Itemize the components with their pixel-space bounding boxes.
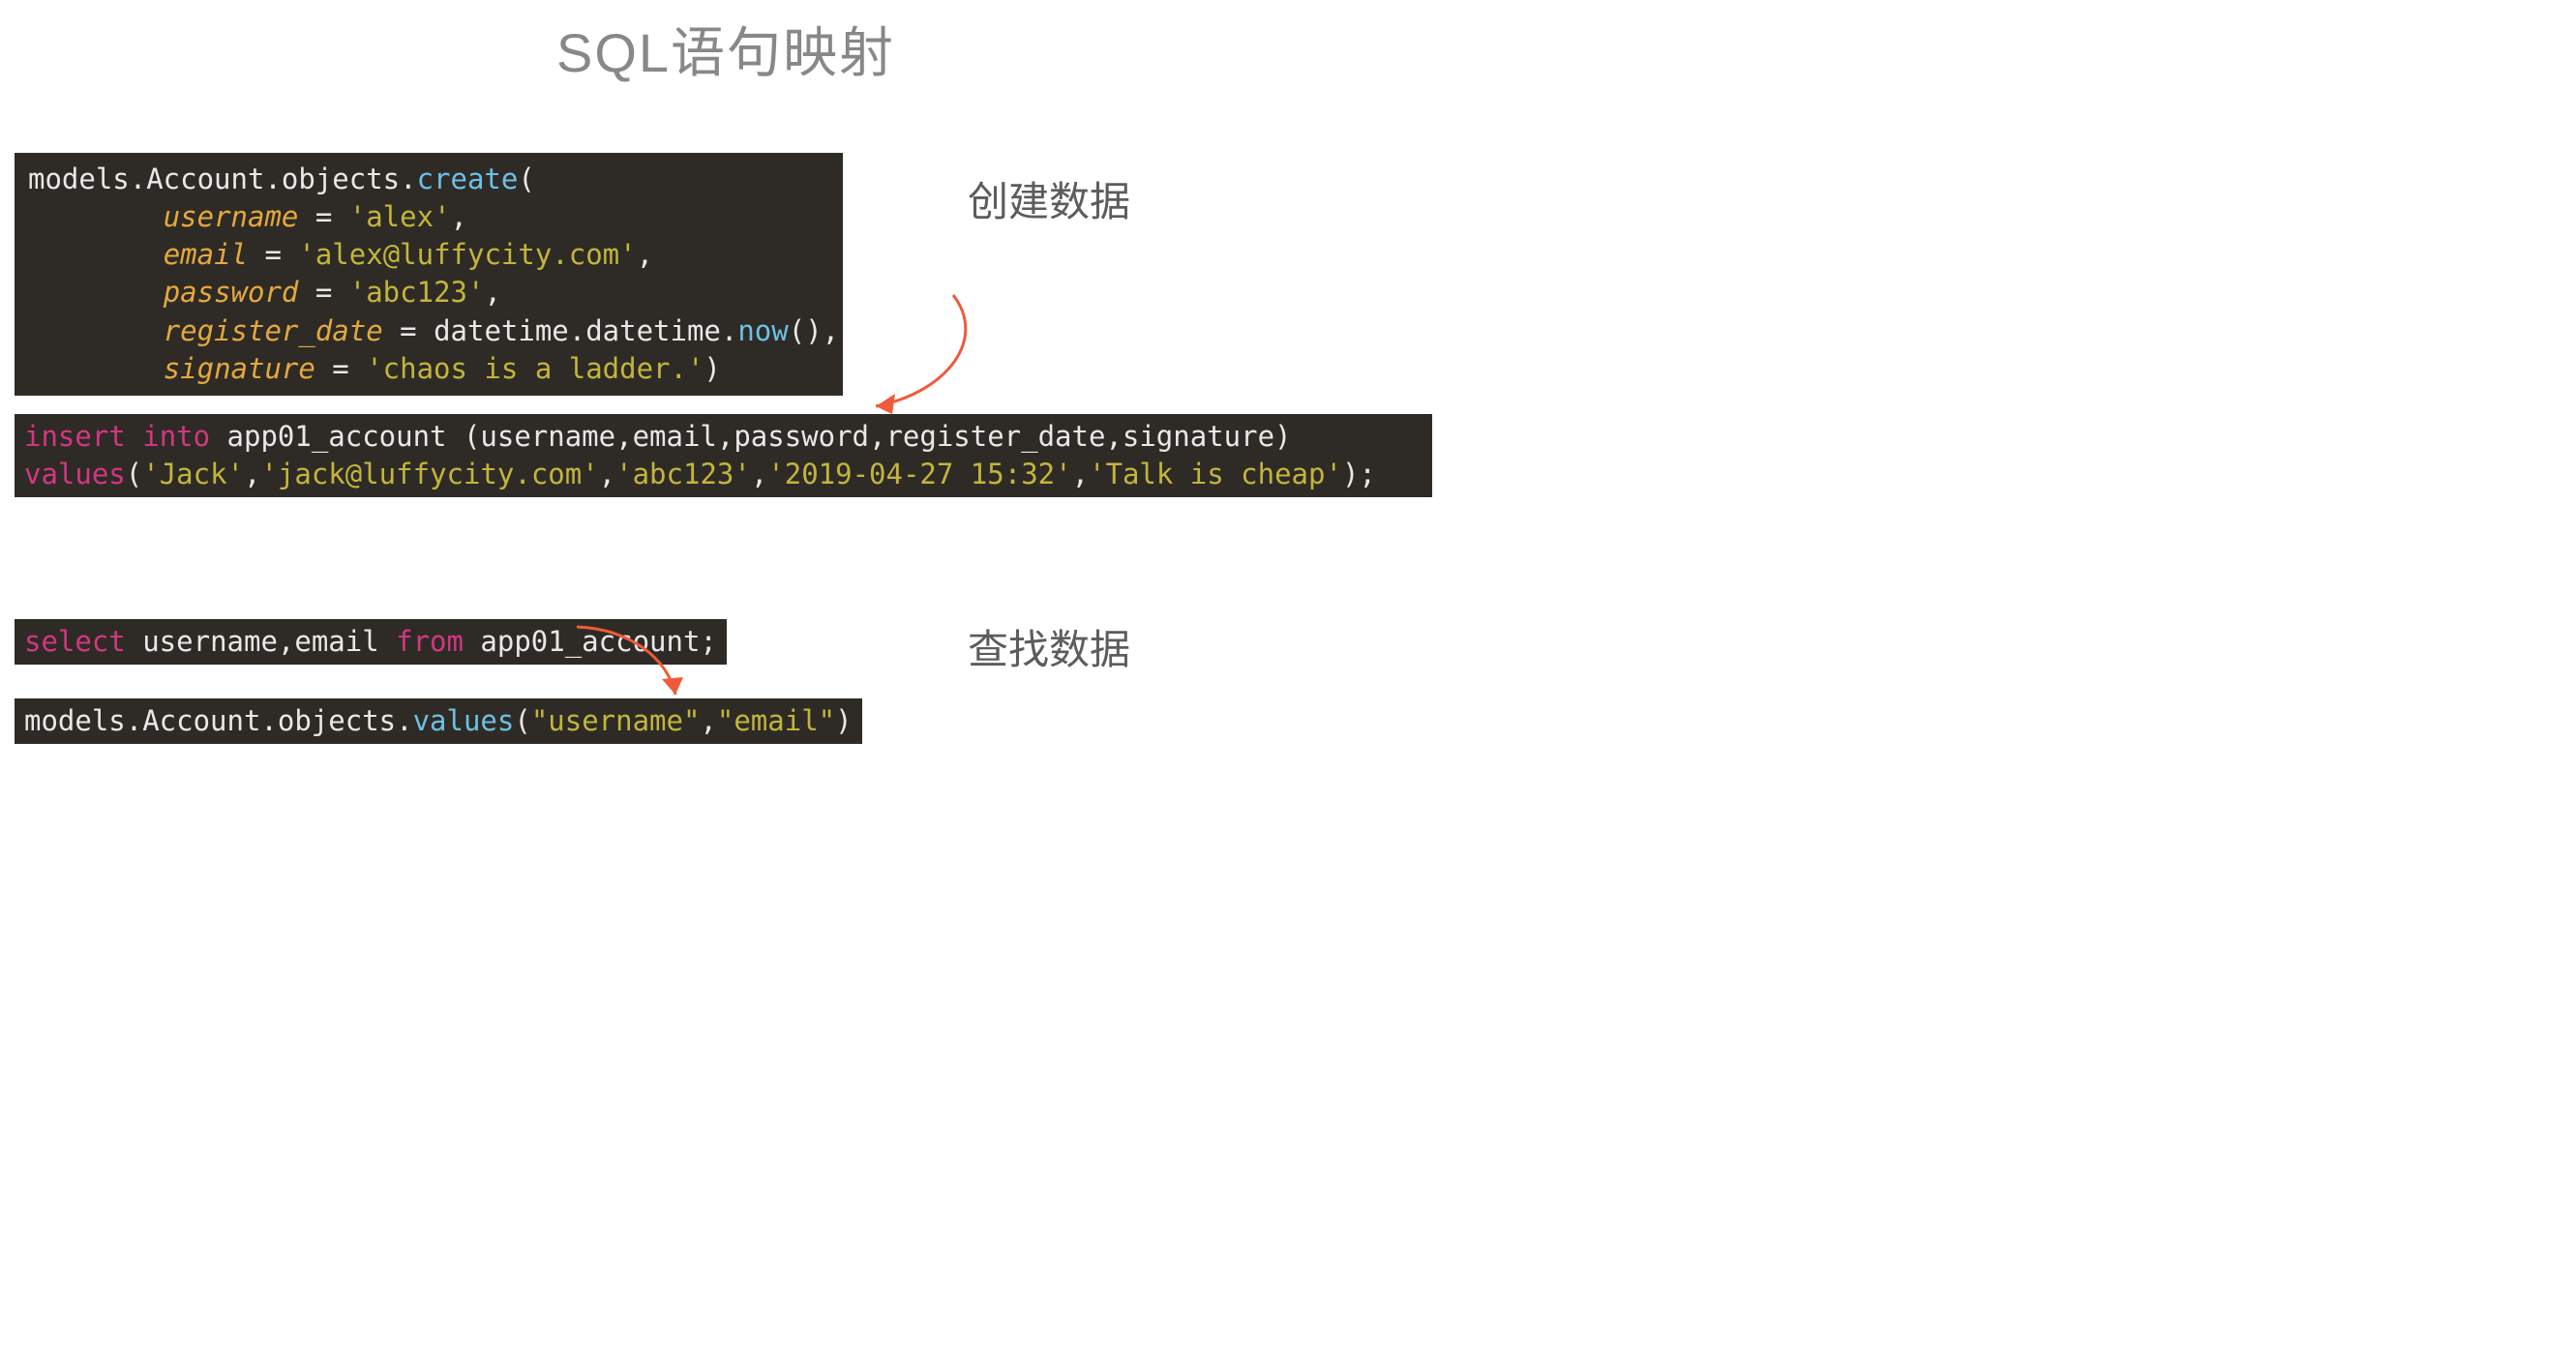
arrow-create-to-sql xyxy=(842,290,997,426)
code-sql-insert: insert into app01_account (username,emai… xyxy=(15,414,1432,497)
code-orm-values: models.Account.objects.values("username"… xyxy=(15,698,862,744)
page-title: SQL语句映射 xyxy=(0,10,1452,88)
label-find-data: 查找数据 xyxy=(968,617,1130,676)
arrow-select-to-orm xyxy=(561,619,716,716)
code-orm-create: models.Account.objects.create( username … xyxy=(15,153,843,396)
diagram-canvas: SQL语句映射 创建数据 查找数据 ORM语句 ORM语句 models.Acc… xyxy=(0,0,1452,772)
label-create-data: 创建数据 xyxy=(968,169,1130,228)
